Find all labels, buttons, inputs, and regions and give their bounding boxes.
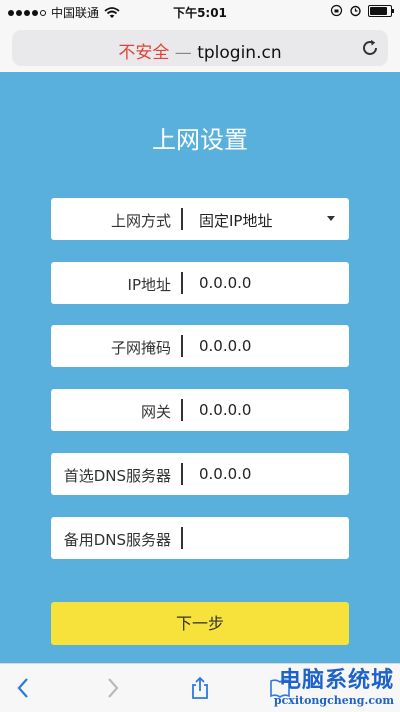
gateway-input[interactable] (199, 396, 339, 424)
browser-toolbar: 电脑系统城 pcxitongcheng.com (0, 663, 400, 712)
alarm-icon (350, 5, 361, 17)
connection-type-select[interactable]: 上网方式 固定IP地址 (51, 198, 349, 240)
primary-dns-input[interactable] (199, 460, 339, 488)
status-bar: 中国联通 下午5:01 (0, 0, 400, 24)
page-title: 上网设置 (152, 126, 248, 154)
ip-address-field: IP地址 (51, 262, 349, 304)
connection-type-value: 固定IP地址 (199, 212, 273, 230)
ip-address-label: IP地址 (127, 276, 171, 294)
reload-icon[interactable] (360, 38, 380, 58)
battery-icon (368, 4, 394, 17)
gateway-label: 网关 (140, 403, 171, 421)
secondary-dns-input[interactable] (199, 524, 339, 552)
watermark-url: pcxitongcheng.com (273, 694, 394, 707)
address-bar[interactable]: 不安全 — tplogin.cn (12, 30, 388, 66)
secondary-dns-label: 备用DNS服务器 (63, 531, 171, 549)
internet-settings-panel: 上网设置 上网方式 固定IP地址 IP地址 子网掩码 网关 首选DNS服务器 备… (0, 72, 400, 663)
status-right (330, 4, 394, 17)
lock-rotation-icon (330, 4, 343, 17)
share-icon[interactable] (188, 676, 212, 700)
url-text[interactable]: 不安全 — tplogin.cn (12, 38, 388, 63)
ip-address-input[interactable] (199, 269, 339, 297)
field-divider (181, 208, 183, 230)
secondary-dns-field: 备用DNS服务器 (51, 517, 349, 559)
watermark-title: 电脑系统城 (278, 668, 394, 693)
insecure-label: 不安全 (118, 43, 170, 63)
field-divider (181, 399, 183, 421)
field-divider (181, 463, 183, 485)
browser-address-area: 不安全 — tplogin.cn (0, 24, 400, 72)
primary-dns-field: 首选DNS服务器 (51, 453, 349, 495)
chevron-down-icon (327, 216, 335, 221)
watermark-logo: 电脑系统城 pcxitongcheng.com (274, 668, 394, 707)
subnet-mask-field: 子网掩码 (51, 325, 349, 367)
gateway-field: 网关 (51, 389, 349, 431)
url-domain: tplogin.cn (197, 43, 282, 63)
url-separator: — (174, 43, 192, 63)
primary-dns-label: 首选DNS服务器 (63, 467, 171, 485)
connection-type-label: 上网方式 (110, 212, 171, 230)
next-button[interactable]: 下一步 (51, 602, 349, 645)
forward-icon[interactable] (100, 676, 124, 700)
field-divider (181, 335, 183, 357)
subnet-mask-label: 子网掩码 (110, 339, 171, 357)
field-divider (181, 272, 183, 294)
field-divider (181, 527, 183, 549)
subnet-mask-input[interactable] (199, 332, 339, 360)
back-icon[interactable] (12, 676, 36, 700)
